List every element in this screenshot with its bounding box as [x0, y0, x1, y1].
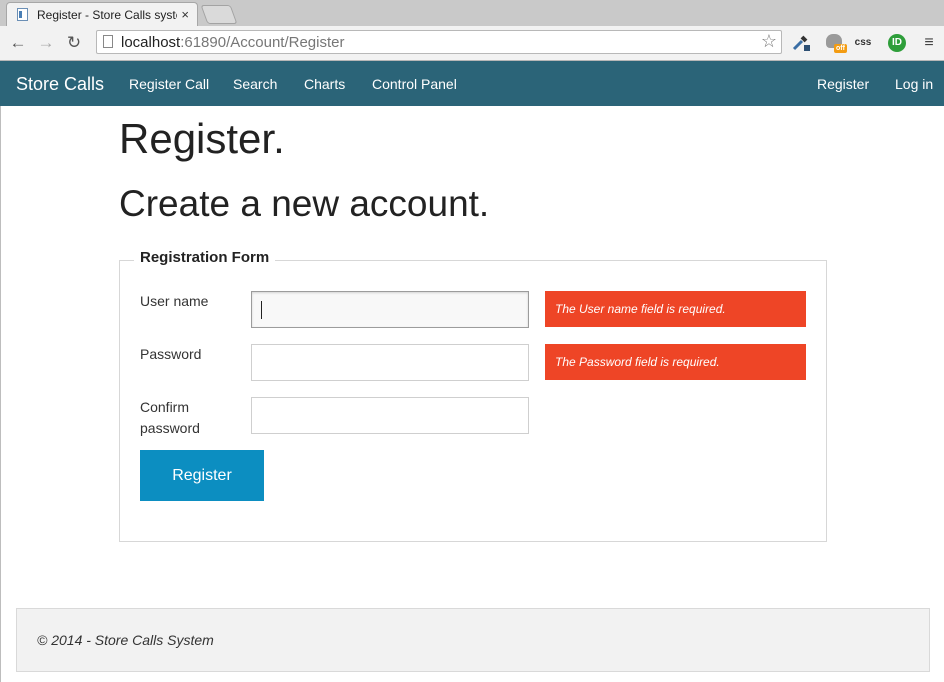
url-text: localhost:61890/Account/Register: [121, 34, 344, 51]
reload-icon[interactable]: ↻: [64, 33, 84, 53]
confirm-label-line2: password: [140, 420, 200, 436]
page-subtitle: Create a new account.: [119, 183, 490, 224]
tab-close-icon[interactable]: ×: [181, 7, 189, 22]
username-input[interactable]: [251, 291, 529, 328]
register-button[interactable]: Register: [140, 450, 264, 501]
page-footer: © 2014 - Store Calls System: [16, 608, 930, 672]
url-host: localhost: [121, 34, 181, 51]
id-extension-icon[interactable]: ID: [886, 32, 908, 54]
confirm-label-line1: Confirm: [140, 399, 190, 415]
eyedropper-extension-icon[interactable]: [790, 32, 812, 54]
page-icon: [103, 35, 113, 48]
forward-icon[interactable]: →: [36, 33, 56, 53]
back-icon[interactable]: ←: [8, 33, 28, 53]
brand-link[interactable]: Store Calls: [16, 74, 104, 95]
page-favicon-icon: [17, 8, 28, 21]
confirm-password-input[interactable]: [251, 397, 529, 434]
new-tab-button[interactable]: [200, 5, 238, 24]
site-navbar: Store Calls Register Call Search Charts …: [0, 61, 944, 106]
id-extension-label: ID: [888, 34, 906, 52]
footer-copyright: © 2014 - Store Calls System: [37, 632, 214, 648]
url-path: :61890/Account/Register: [180, 34, 345, 51]
password-input[interactable]: [251, 344, 529, 381]
nav-search[interactable]: Search: [233, 76, 277, 92]
nav-log-in[interactable]: Log in: [895, 76, 933, 92]
off-badge: off: [834, 44, 847, 53]
nav-charts[interactable]: Charts: [304, 76, 345, 92]
page-left-border: [0, 106, 1, 682]
browser-tab[interactable]: Register - Store Calls syste ×: [6, 2, 198, 26]
browser-menu-icon[interactable]: ≡: [918, 32, 940, 54]
css-extension-icon[interactable]: css: [852, 32, 874, 54]
text-caret: [261, 301, 262, 319]
browser-toolbar: ← → ↻ localhost:61890/Account/Register ☆…: [0, 26, 944, 61]
nav-register-call[interactable]: Register Call: [129, 76, 209, 92]
confirm-password-label: Confirm password: [140, 397, 200, 439]
nav-register[interactable]: Register: [817, 76, 869, 92]
nav-control-panel[interactable]: Control Panel: [372, 76, 457, 92]
form-legend: Registration Form: [134, 249, 276, 266]
bookmark-star-icon[interactable]: ☆: [761, 31, 777, 52]
tab-title: Register - Store Calls syste: [37, 8, 177, 22]
address-bar[interactable]: localhost:61890/Account/Register ☆: [96, 30, 782, 54]
username-error: The User name field is required.: [545, 291, 806, 327]
page-title: Register.: [119, 115, 285, 162]
browser-tabstrip: Register - Store Calls syste ×: [0, 0, 944, 26]
username-label: User name: [140, 293, 209, 309]
firefox-off-extension-icon[interactable]: off: [824, 32, 847, 54]
password-error: The Password field is required.: [545, 344, 806, 380]
password-label: Password: [140, 346, 202, 362]
